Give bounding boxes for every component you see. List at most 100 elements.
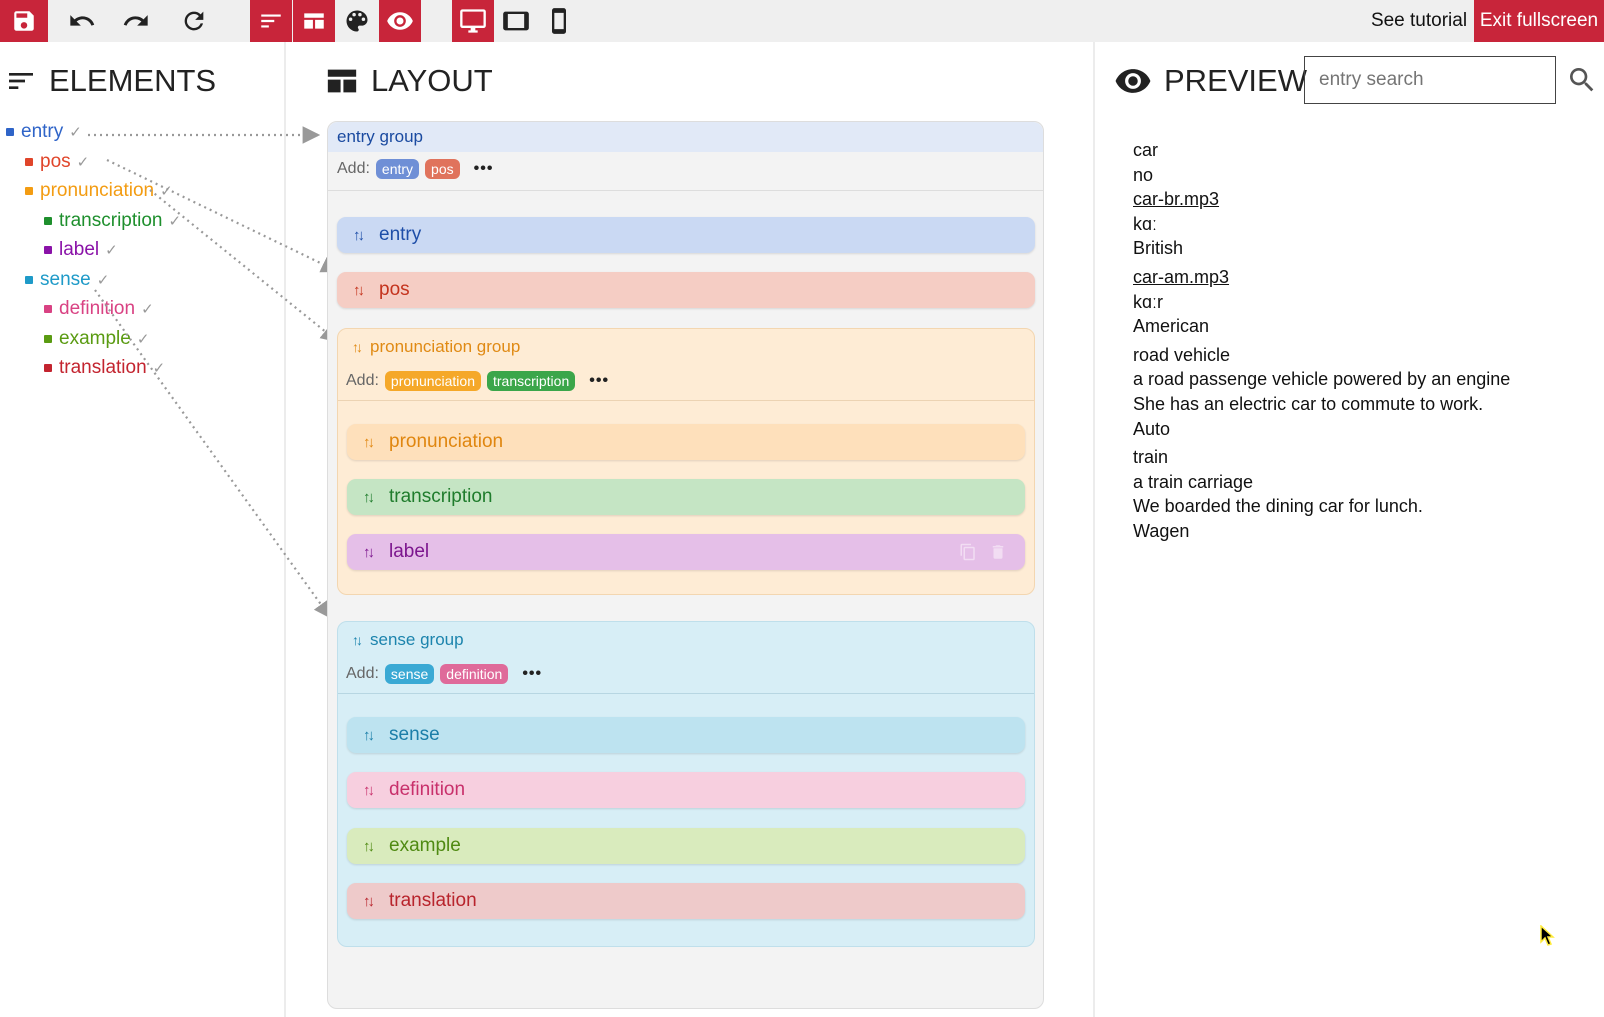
check-icon: ✓ <box>141 301 154 318</box>
audio-link[interactable]: car-br.mp3 <box>1133 187 1573 212</box>
pronunciation-group-title[interactable]: ↑↓ pronunciation group <box>352 337 520 357</box>
layout-element-entry[interactable]: ↑↓ entry <box>337 217 1035 253</box>
tree-item-label: pronunciation <box>40 180 155 201</box>
more-options-icon[interactable]: ••• <box>589 372 609 390</box>
layout-view-button[interactable] <box>293 0 335 42</box>
entry-search-field[interactable] <box>1304 56 1556 104</box>
elements-panel-header: ELEMENTS <box>5 60 216 102</box>
sense-group-add-row: Add: sense definition ••• <box>346 664 542 684</box>
preview-transcription: kɑːr <box>1133 291 1164 312</box>
audio-link[interactable]: car-am.mp3 <box>1133 265 1573 290</box>
tree-item-sense[interactable]: sense ✓ <box>25 265 109 295</box>
redo-icon <box>123 15 148 26</box>
check-icon: ✓ <box>168 212 182 230</box>
add-sense-chip[interactable]: sense <box>384 664 435 684</box>
refresh-button[interactable] <box>170 0 218 42</box>
element-label: pronunciation <box>389 431 504 452</box>
divider <box>284 42 286 1017</box>
add-pos-chip[interactable]: pos <box>425 159 460 179</box>
sort-icon: ↑↓ <box>353 226 365 244</box>
tree-item-definition[interactable]: definition ✓ <box>44 294 154 324</box>
see-tutorial-button[interactable]: See tutorial <box>1366 0 1472 42</box>
redo-button[interactable] <box>112 0 160 42</box>
layout-element-translation[interactable]: ↑↓ translation <box>347 883 1025 919</box>
tree-item-translation[interactable]: translation ✓ <box>44 353 165 383</box>
delete-icon[interactable] <box>989 543 1007 561</box>
elements-view-button[interactable] <box>250 0 292 42</box>
tree-item-pos[interactable]: pos ✓ <box>25 147 89 177</box>
more-options-icon[interactable]: ••• <box>522 665 542 683</box>
preview-label: British <box>1133 238 1184 259</box>
entry-group-header[interactable]: entry group <box>328 122 1043 152</box>
tree-item-example[interactable]: example ✓ <box>44 324 149 354</box>
refresh-icon <box>184 11 204 31</box>
check-icon: ✓ <box>96 271 110 289</box>
sort-icon: ↑↓ <box>363 488 375 506</box>
group-title: pronunciation group <box>370 337 521 356</box>
save-button[interactable] <box>0 0 48 42</box>
preview-panel-title: PREVIEW <box>1164 63 1307 98</box>
search-icon[interactable] <box>1566 64 1598 96</box>
sense-group: ↑↓ sense group Add: sense definition •••… <box>337 621 1035 947</box>
color-dot <box>44 305 52 313</box>
group-title: entry group <box>337 127 423 146</box>
tree-item-label[interactable]: label ✓ <box>44 235 118 265</box>
tree-item-label: transcription <box>59 209 163 231</box>
tablet-view-button[interactable] <box>495 0 537 42</box>
element-label: pos <box>379 279 410 300</box>
eye-icon <box>1115 69 1151 93</box>
preview-panel-header: PREVIEW <box>1114 60 1307 102</box>
layout-element-example[interactable]: ↑↓ example <box>347 828 1025 864</box>
layout-canvas: entry group Add: entry pos ••• ↑↓ entry … <box>327 121 1044 1009</box>
preview-view-button[interactable] <box>379 0 421 42</box>
entry-group-add-row: Add: entry pos ••• <box>337 159 493 179</box>
color-dot <box>6 128 14 136</box>
tree-item-label: example <box>59 327 131 349</box>
desktop-view-button[interactable] <box>452 0 494 42</box>
layout-panel-header: LAYOUT <box>325 60 493 102</box>
sort-icon: ↑↓ <box>352 339 363 355</box>
color-dot <box>25 275 33 284</box>
preview-headword: car <box>1133 140 1159 160</box>
color-dot <box>44 246 52 254</box>
add-transcription-chip[interactable]: transcription <box>486 371 576 391</box>
mobile-view-button[interactable] <box>538 0 580 42</box>
sense-group-title[interactable]: ↑↓ sense group <box>352 630 464 650</box>
layout-element-pos[interactable]: ↑↓ pos <box>337 272 1035 308</box>
sort-icon: ↑↓ <box>363 726 375 744</box>
preview-definition: a train carriage <box>1133 471 1254 492</box>
tree-item-transcription[interactable]: transcription ✓ <box>44 206 181 236</box>
element-label: sense <box>389 724 440 745</box>
layout-element-pronunciation[interactable]: ↑↓ pronunciation <box>347 424 1025 460</box>
element-label: definition <box>389 779 466 800</box>
more-options-icon[interactable]: ••• <box>474 160 494 178</box>
separator <box>328 190 1043 191</box>
layout-element-label[interactable]: ↑↓ label <box>347 534 1025 570</box>
duplicate-icon[interactable] <box>959 543 977 561</box>
tree-item-entry[interactable]: entry ✓ <box>6 117 82 147</box>
divider <box>1093 42 1095 1017</box>
exit-fullscreen-button[interactable]: Exit fullscreen <box>1474 0 1604 42</box>
add-pronunciation-chip[interactable]: pronunciation <box>384 371 481 391</box>
preview-example: We boarded the dining car for lunch. <box>1133 496 1423 517</box>
group-title: sense group <box>370 630 464 649</box>
layout-icon <box>327 69 357 93</box>
entry-search-input[interactable] <box>1317 68 1546 92</box>
add-entry-chip[interactable]: entry <box>375 159 420 179</box>
toolbar: See tutorial Exit fullscreen <box>0 0 1604 42</box>
layout-view-icon <box>304 13 324 29</box>
element-label: label <box>389 541 430 562</box>
check-icon: ✓ <box>76 153 90 171</box>
sort-icon: ↑↓ <box>363 892 375 910</box>
sort-icon: ↑↓ <box>363 543 375 561</box>
element-actions <box>959 543 1007 561</box>
color-dot <box>44 364 52 372</box>
layout-element-transcription[interactable]: ↑↓ transcription <box>347 479 1025 515</box>
layout-element-definition[interactable]: ↑↓ definition <box>347 772 1025 808</box>
undo-button[interactable] <box>58 0 106 42</box>
style-button[interactable] <box>336 0 378 42</box>
layout-element-sense[interactable]: ↑↓ sense <box>347 717 1025 753</box>
tree-item-pronunciation[interactable]: pronunciation ✓ <box>25 176 173 206</box>
add-definition-chip[interactable]: definition <box>440 664 509 684</box>
entry-preview: car no car-br.mp3 kɑː British car-am.mp3… <box>1133 138 1573 544</box>
